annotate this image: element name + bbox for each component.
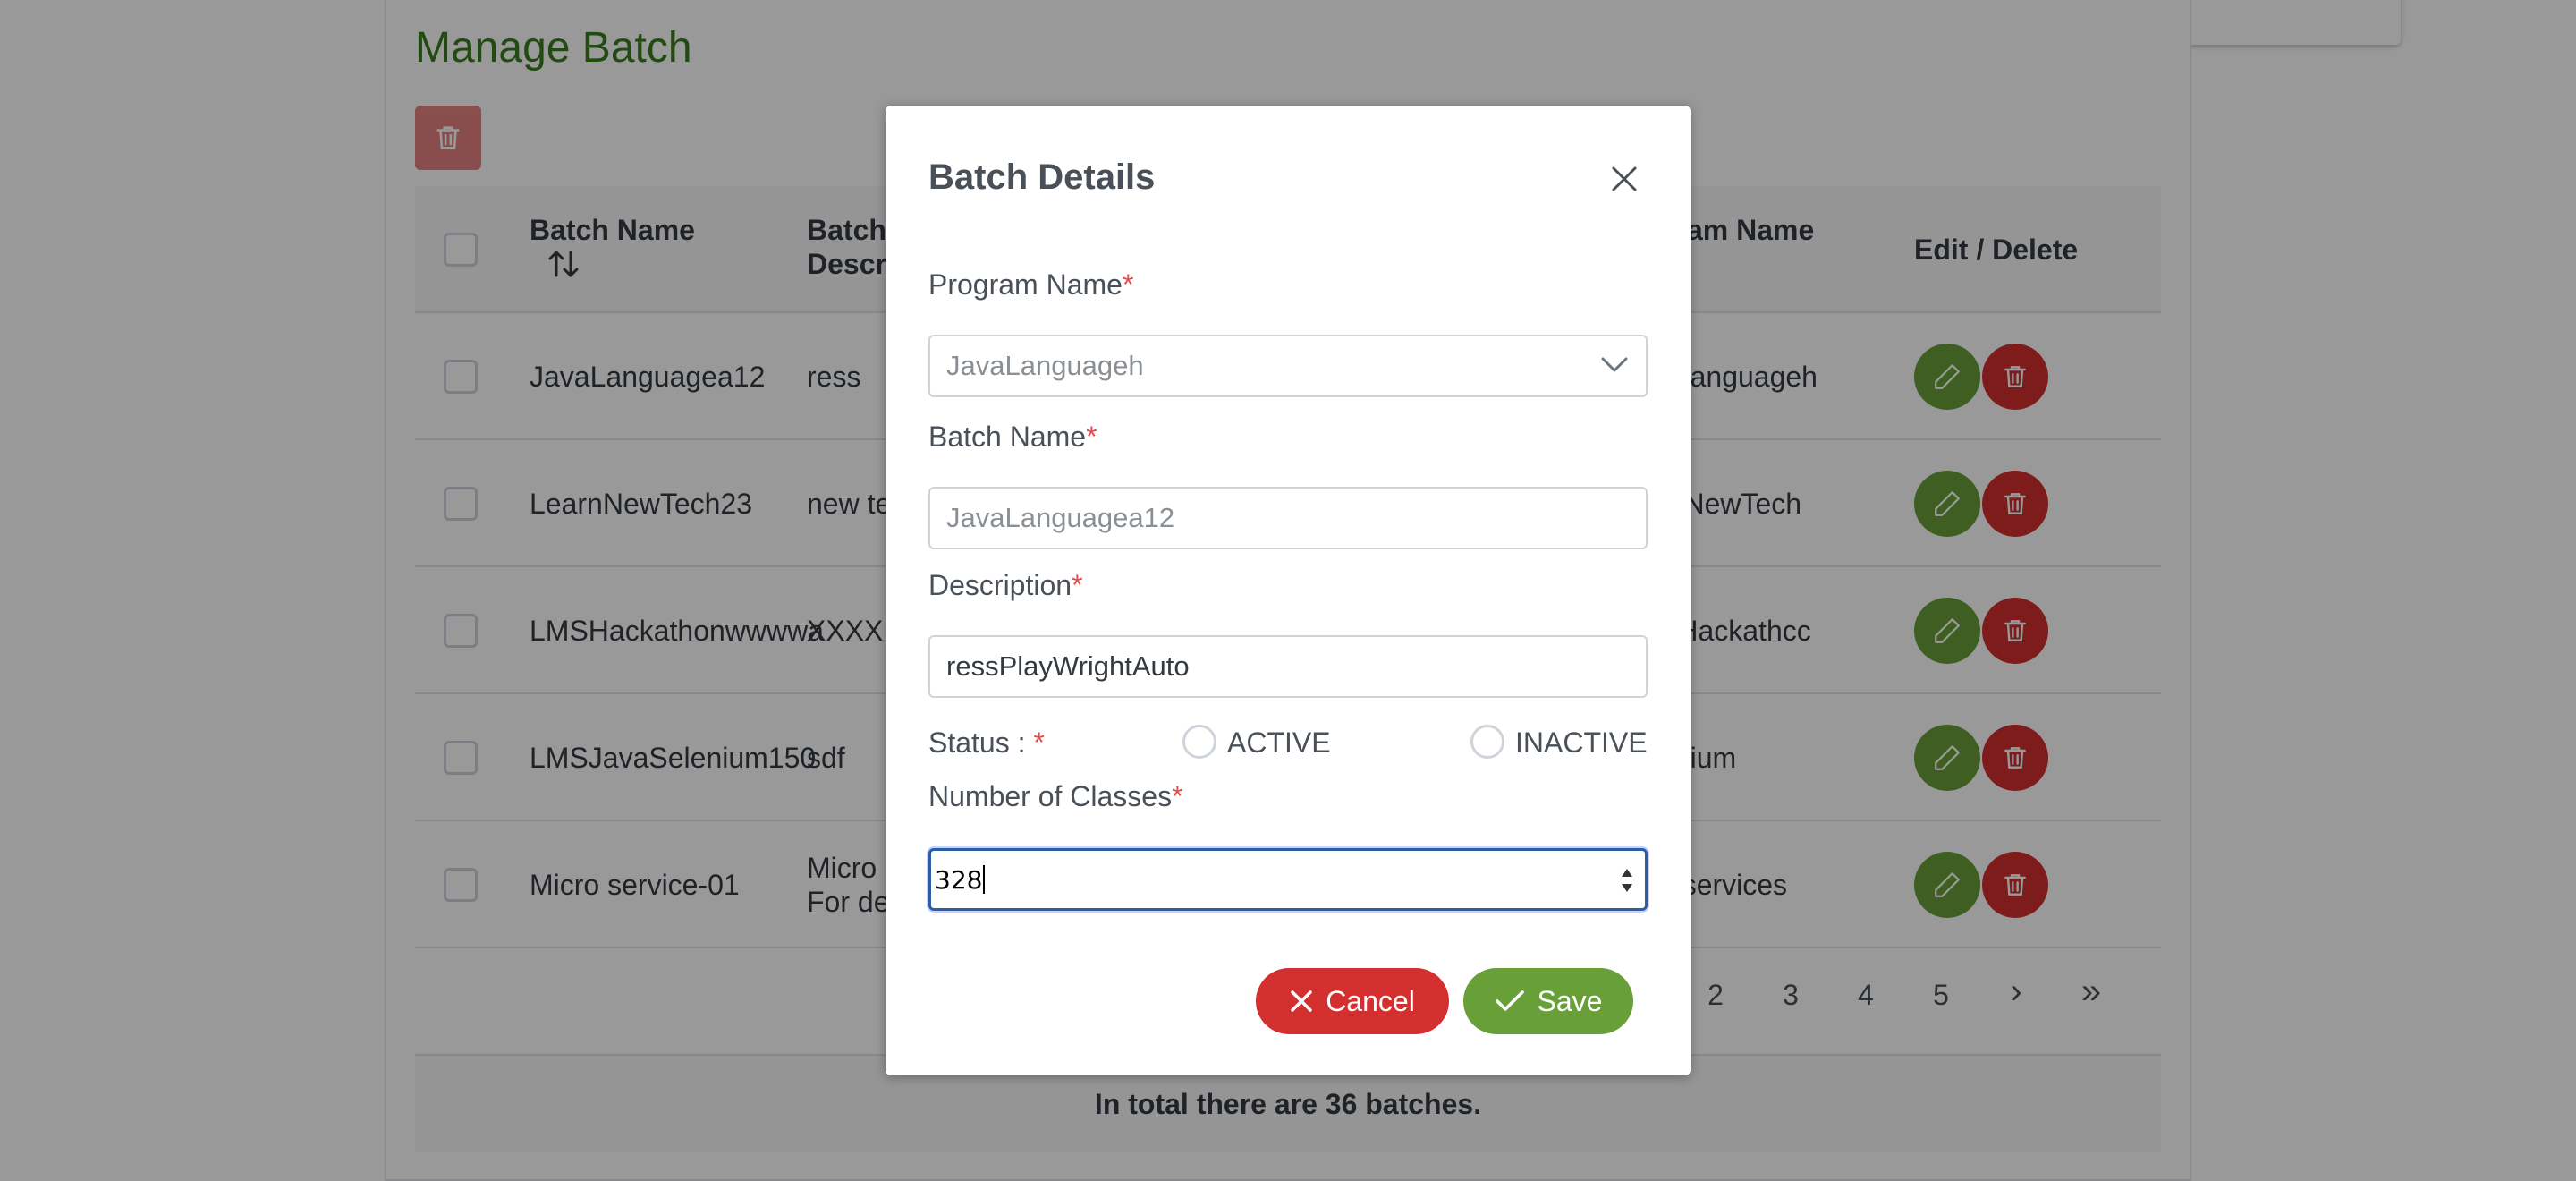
- close-button[interactable]: [1597, 152, 1651, 206]
- close-icon: [1612, 166, 1637, 191]
- num-classes-value: 328: [935, 864, 983, 895]
- required-marker: *: [1122, 268, 1134, 301]
- program-name-value: JavaLanguageh: [946, 350, 1144, 381]
- required-marker: *: [1086, 421, 1097, 453]
- status-label: Status : *: [928, 726, 1045, 760]
- required-marker: *: [1072, 569, 1083, 601]
- batch-details-dialog: Batch Details Program Name* JavaLanguage…: [886, 106, 1690, 1075]
- status-inactive-label[interactable]: INACTIVE: [1515, 726, 1648, 760]
- required-marker: *: [1033, 726, 1045, 759]
- close-icon: [1291, 990, 1312, 1012]
- cancel-label: Cancel: [1326, 984, 1415, 1017]
- text-caret: [983, 865, 986, 894]
- chevron-down-icon: [1601, 357, 1628, 372]
- program-name-dropdown[interactable]: JavaLanguageh: [928, 335, 1648, 397]
- status-label-text: Status :: [928, 726, 1034, 759]
- dialog-title: Batch Details: [928, 157, 1156, 197]
- program-name-label-text: Program Name: [928, 268, 1123, 301]
- description-label-text: Description: [928, 569, 1072, 601]
- status-inactive-radio[interactable]: [1470, 725, 1504, 759]
- batch-name-field[interactable]: JavaLanguagea12: [928, 487, 1648, 549]
- description-value: ressPlayWrightAuto: [946, 650, 1190, 682]
- save-button[interactable]: Save: [1463, 968, 1633, 1034]
- description-field[interactable]: ressPlayWrightAuto: [928, 635, 1648, 698]
- batch-name-label-text: Batch Name: [928, 421, 1087, 453]
- num-classes-input[interactable]: 328: [928, 848, 1648, 911]
- number-spinner-icon[interactable]: [1618, 865, 1636, 896]
- program-name-label: Program Name*: [928, 268, 1133, 302]
- save-label: Save: [1537, 984, 1603, 1017]
- batch-name-value: JavaLanguagea12: [946, 502, 1175, 533]
- description-label: Description*: [928, 569, 1083, 602]
- status-active-label[interactable]: ACTIVE: [1227, 726, 1331, 760]
- check-icon: [1495, 990, 1524, 1011]
- status-active-radio[interactable]: [1182, 725, 1216, 759]
- batch-name-label: Batch Name*: [928, 421, 1097, 454]
- num-classes-label: Number of Classes*: [928, 780, 1183, 813]
- cancel-button[interactable]: Cancel: [1256, 968, 1449, 1034]
- required-marker: *: [1172, 780, 1183, 812]
- num-classes-label-text: Number of Classes: [928, 780, 1173, 812]
